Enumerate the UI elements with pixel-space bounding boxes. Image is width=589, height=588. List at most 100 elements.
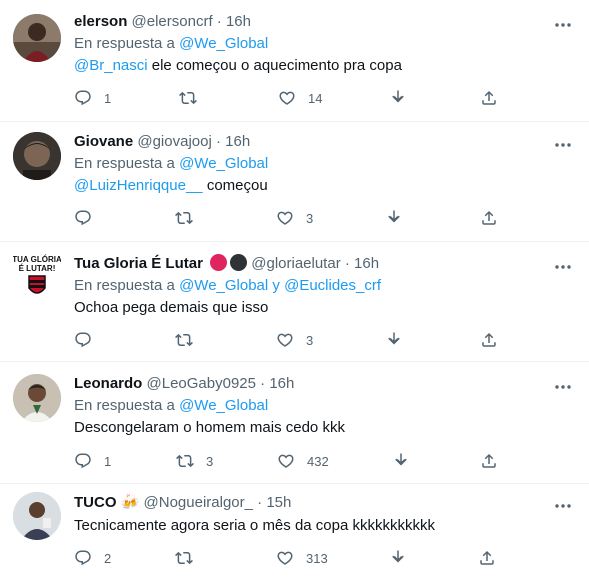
more-icon[interactable] [553, 136, 573, 156]
user-handle[interactable]: @LeoGaby0925 [147, 375, 256, 392]
like-button[interactable]: 432 [277, 451, 329, 471]
like-count: 313 [306, 550, 328, 566]
reply-button[interactable] [74, 208, 104, 228]
download-button[interactable] [385, 330, 403, 350]
reply-icon [74, 549, 92, 567]
svg-text:TUA GLÓRIA: TUA GLÓRIA [13, 255, 61, 264]
replying-prefix: En respuesta a [74, 397, 175, 414]
tweet-text: Ochoa pega demais que isso [74, 298, 268, 318]
heart-icon [276, 549, 294, 567]
display-name[interactable]: Leonardo [74, 375, 142, 392]
action-bar: 1 14 [74, 88, 504, 108]
download-icon [389, 549, 407, 567]
share-button[interactable] [478, 548, 496, 568]
avatar[interactable] [13, 374, 61, 422]
tweet-header: Giovane @giovajooj · 16h [74, 132, 250, 152]
display-name[interactable]: elerson [74, 13, 127, 30]
like-button[interactable]: 3 [276, 208, 313, 228]
retweet-icon [175, 331, 193, 349]
retweet-button[interactable]: 3 [176, 451, 213, 471]
reply-button[interactable]: 1 [74, 451, 111, 471]
share-button[interactable] [480, 88, 498, 108]
user-handle[interactable]: @elersoncrf [132, 13, 213, 30]
display-name[interactable]: Giovane [74, 133, 133, 150]
download-button[interactable] [392, 451, 410, 471]
tweet-tuco[interactable]: TUCO 🍻 @Nogueiralgor_ · 15h Tecnicamente… [0, 484, 589, 588]
tweet-text-body: Descongelaram o homem mais cedo kkk [74, 419, 345, 436]
replying-to: En respuesta a @We_Global y @Euclides_cr… [74, 276, 381, 296]
tweet-text: @Br_nasci ele começou o aquecimento pra … [74, 56, 402, 76]
timestamp[interactable]: 16h [226, 13, 251, 30]
download-button[interactable] [389, 548, 407, 568]
avatar[interactable] [13, 14, 61, 62]
timestamp[interactable]: 16h [225, 133, 250, 150]
more-icon[interactable] [553, 16, 573, 36]
timestamp[interactable]: 15h [266, 494, 291, 511]
timestamp[interactable]: 16h [269, 375, 294, 392]
tweet-elerson[interactable]: elerson @elersoncrf · 16h En respuesta a… [0, 0, 589, 122]
reply-to-link[interactable]: @We_Global [179, 397, 268, 414]
share-button[interactable] [480, 451, 498, 471]
reply-icon [74, 209, 92, 227]
download-button[interactable] [385, 208, 403, 228]
tweet-text-body: começou [202, 177, 268, 194]
reply-count: 1 [104, 453, 112, 469]
tweet-header: Tua Gloria É Lutar @gloriaelutar · 16h [74, 254, 379, 274]
user-handle[interactable]: @giovajooj [137, 133, 211, 150]
more-icon[interactable] [553, 258, 573, 278]
reply-icon [74, 89, 92, 107]
like-button[interactable]: 14 [278, 88, 322, 108]
reply-icon [74, 452, 92, 470]
heart-icon [276, 331, 294, 349]
action-bar: 3 [74, 208, 504, 228]
more-icon[interactable] [553, 378, 573, 398]
replying-to: En respuesta a @We_Global [74, 34, 268, 54]
black-circle-icon [230, 254, 248, 271]
retweet-button[interactable] [175, 330, 205, 350]
mention-link[interactable]: @Br_nasci [74, 57, 148, 74]
reply-to-link-2[interactable]: @Euclides_crf [284, 277, 381, 294]
reply-button[interactable]: 2 [74, 548, 111, 568]
tweet-tua-gloria[interactable]: TUA GLÓRIA É LUTAR! Tua Gloria É Lutar @… [0, 242, 589, 362]
retweet-button[interactable] [175, 208, 205, 228]
share-icon [480, 331, 498, 349]
user-handle[interactable]: @gloriaelutar [251, 255, 340, 272]
reply-to-link[interactable]: @We_Global [179, 35, 268, 52]
replying-to: En respuesta a @We_Global [74, 396, 268, 416]
retweet-button[interactable] [175, 548, 205, 568]
mention-link[interactable]: @LuizHenriqque__ [74, 177, 203, 194]
display-name[interactable]: Tua Gloria É Lutar [74, 255, 203, 272]
separator: · [215, 133, 221, 150]
tweet-header: elerson @elersoncrf · 16h [74, 12, 251, 32]
more-icon[interactable] [553, 497, 573, 517]
avatar[interactable] [13, 492, 61, 540]
red-circle-icon [210, 254, 228, 271]
timestamp[interactable]: 16h [354, 255, 379, 272]
reply-joiner: y [272, 277, 280, 294]
reply-to-link[interactable]: @We_Global [179, 277, 268, 294]
reply-to-link[interactable]: @We_Global [179, 155, 268, 172]
display-name[interactable]: TUCO [74, 494, 117, 511]
reply-count: 2 [104, 550, 112, 566]
avatar[interactable]: TUA GLÓRIA É LUTAR! [13, 252, 61, 300]
tweet-text: @LuizHenriqque__ começou [74, 176, 268, 196]
reply-button[interactable] [74, 330, 104, 350]
share-button[interactable] [480, 330, 498, 350]
tweet-text: Tecnicamente agora seria o mês da copa k… [74, 516, 435, 536]
download-button[interactable] [389, 88, 407, 108]
like-count: 432 [307, 453, 329, 469]
retweet-button[interactable] [179, 88, 209, 108]
avatar[interactable] [13, 132, 61, 180]
tweet-header: Leonardo @LeoGaby0925 · 16h [74, 374, 294, 394]
tweet-leonardo[interactable]: Leonardo @LeoGaby0925 · 16h En respuesta… [0, 362, 589, 484]
retweet-count: 3 [206, 453, 214, 469]
tweet-giovane[interactable]: Giovane @giovajooj · 16h En respuesta a … [0, 122, 589, 242]
tweet-header: TUCO 🍻 @Nogueiralgor_ · 15h [74, 493, 291, 513]
share-button[interactable] [480, 208, 498, 228]
user-handle[interactable]: @Nogueiralgor_ [144, 494, 253, 511]
tweet-text-body: Tecnicamente agora seria o mês da copa k… [74, 517, 435, 534]
like-button[interactable]: 3 [276, 330, 313, 350]
reply-button[interactable]: 1 [74, 88, 111, 108]
like-button[interactable]: 313 [276, 548, 328, 568]
replying-prefix: En respuesta a [74, 277, 175, 294]
